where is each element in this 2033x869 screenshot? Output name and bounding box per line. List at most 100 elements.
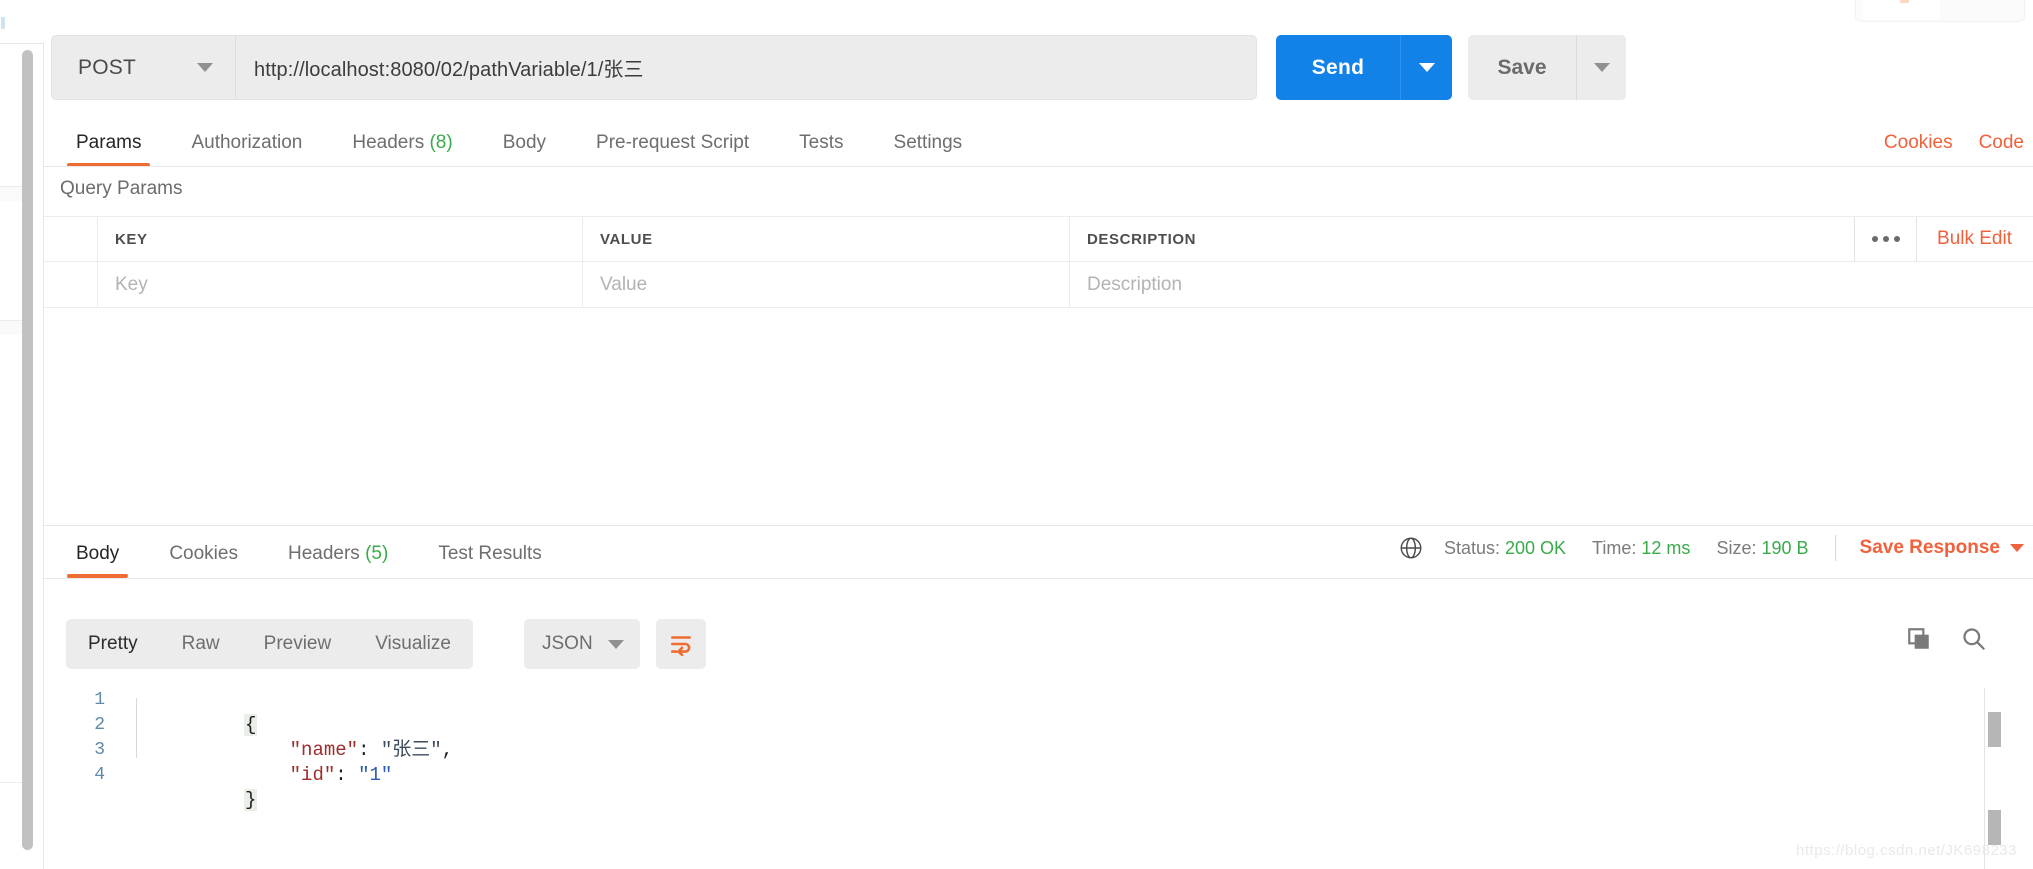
tab-settings[interactable]: Settings: [869, 132, 988, 167]
dot: [1871, 236, 1878, 242]
json-key: "id": [289, 764, 336, 786]
tab-tests[interactable]: Tests: [774, 132, 868, 167]
time-label: Time:: [1592, 537, 1637, 558]
tab-count-badge: (5): [365, 543, 389, 564]
response-body-viewer[interactable]: 1 2 3 4 { "name": "张三", "id": "1" }: [44, 688, 2033, 869]
word-wrap-icon[interactable]: [656, 619, 706, 669]
tab-label: Headers: [287, 543, 360, 564]
description-input-placeholder: Description: [1087, 273, 1183, 295]
tab-params[interactable]: Params: [51, 132, 166, 167]
top-toolbar-chip-inner: [1862, 0, 1940, 20]
tab-label: Body: [76, 543, 120, 564]
header-description-cell: DESCRIPTION Bulk Edit: [1070, 217, 2033, 261]
sidebar-shade: [0, 321, 22, 335]
tab-authorization[interactable]: Authorization: [166, 132, 327, 167]
send-options-button[interactable]: [1400, 35, 1452, 100]
response-tab-headers[interactable]: Headers (5): [263, 543, 413, 578]
response-language-selector[interactable]: JSON: [524, 619, 640, 669]
query-params-table: KEY VALUE DESCRIPTION Bulk Edit Key Valu…: [44, 217, 2033, 308]
sidebar-scrollbar[interactable]: [22, 50, 33, 850]
response-scrollbar-thumb[interactable]: [1988, 712, 2001, 747]
value-input-placeholder: Value: [600, 273, 648, 295]
cookies-link[interactable]: Cookies: [1884, 132, 1953, 154]
response-tab-cookies[interactable]: Cookies: [144, 543, 263, 578]
chevron-down-icon: [1593, 63, 1610, 72]
sidebar-selection-tick: [1, 17, 5, 29]
tab-label: Settings: [893, 132, 963, 153]
request-response-pane: POST Send Save Params Authorization: [44, 0, 2033, 869]
tab-pre-request-script[interactable]: Pre-request Script: [571, 132, 774, 167]
tab-label: Body: [502, 132, 547, 153]
column-header-value: VALUE: [600, 230, 653, 248]
view-preview[interactable]: Preview: [242, 619, 354, 669]
chevron-down-icon: [608, 639, 624, 649]
response-body-actions: [1906, 625, 1987, 652]
search-icon[interactable]: [1960, 625, 1987, 652]
table-row[interactable]: Key Value Description: [44, 262, 2033, 308]
json-value: "1": [358, 764, 393, 786]
size-label-group: Size: 190 B: [1716, 538, 1808, 559]
sidebar-rail: [0, 0, 44, 869]
tab-label: Cookies: [169, 543, 238, 564]
response-view-switcher: Pretty Raw Preview Visualize: [66, 619, 473, 669]
json-close-brace: }: [244, 789, 258, 811]
ellipsis-icon[interactable]: [1854, 217, 1916, 261]
response-scrollbar-thumb-secondary[interactable]: [1988, 810, 2001, 845]
save-response-button[interactable]: Save Response: [1860, 537, 2024, 559]
request-response-divider[interactable]: [44, 525, 2033, 526]
view-raw[interactable]: Raw: [160, 619, 242, 669]
json-colon: :: [335, 764, 359, 786]
copy-icon[interactable]: [1906, 626, 1932, 652]
top-toolbar-chip-dot: [1900, 0, 1909, 3]
json-colon: :: [358, 739, 381, 761]
sidebar-divider: [0, 782, 22, 783]
row-description-cell[interactable]: Description: [1070, 262, 2033, 307]
send-button[interactable]: Send: [1276, 35, 1400, 100]
json-value: "张三": [380, 739, 442, 761]
code-link[interactable]: Code: [1979, 132, 2024, 154]
url-input[interactable]: [236, 36, 1256, 99]
globe-icon[interactable]: [1398, 535, 1424, 561]
response-tab-bar: Body Cookies Headers (5) Test Results: [51, 530, 1151, 578]
url-bar: POST: [51, 35, 1257, 100]
size-label: Size:: [1716, 537, 1757, 558]
code-line: {: [130, 688, 1830, 736]
chevron-down-icon: [1418, 63, 1435, 72]
status-value: 200 OK: [1505, 537, 1567, 558]
row-checkbox-cell[interactable]: [44, 262, 98, 307]
line-number: 2: [94, 715, 105, 735]
json-key: "name": [289, 739, 359, 761]
tab-label: Tests: [799, 132, 844, 153]
tab-label: Authorization: [191, 132, 303, 153]
watermark: https://blog.csdn.net/JK698233: [1796, 842, 2017, 859]
line-number: 4: [94, 765, 105, 785]
json-open-brace: {: [244, 714, 258, 736]
line-number: 3: [94, 740, 105, 760]
code-content: { "name": "张三", "id": "1" }: [130, 688, 1830, 811]
key-input-placeholder: Key: [115, 273, 148, 295]
chevron-down-icon: [197, 63, 213, 72]
language-label: JSON: [542, 633, 593, 654]
response-tab-test-results[interactable]: Test Results: [413, 543, 566, 578]
tab-headers[interactable]: Headers (8): [327, 132, 477, 167]
view-pretty[interactable]: Pretty: [66, 619, 160, 669]
row-key-cell[interactable]: Key: [98, 262, 583, 307]
save-button-group: Save: [1468, 35, 1626, 100]
tab-body[interactable]: Body: [478, 132, 571, 167]
header-value-cell: VALUE: [583, 217, 1070, 261]
response-tab-body[interactable]: Body: [51, 543, 144, 578]
response-tab-underline: [44, 578, 2033, 579]
view-visualize[interactable]: Visualize: [353, 619, 473, 669]
save-options-button[interactable]: [1576, 35, 1626, 100]
tab-label: Pre-request Script: [596, 132, 750, 153]
bulk-edit-button[interactable]: Bulk Edit: [1916, 217, 2022, 261]
row-value-cell[interactable]: Value: [583, 262, 1070, 307]
save-button[interactable]: Save: [1468, 35, 1576, 100]
send-button-group: Send: [1276, 35, 1452, 100]
status-label-group: Status: 200 OK: [1444, 538, 1566, 559]
response-meta-bar: Status: 200 OK Time: 12 ms Size: 190 B S…: [1398, 535, 2024, 561]
http-method-selector[interactable]: POST: [52, 36, 236, 99]
time-value: 12 ms: [1641, 537, 1691, 558]
